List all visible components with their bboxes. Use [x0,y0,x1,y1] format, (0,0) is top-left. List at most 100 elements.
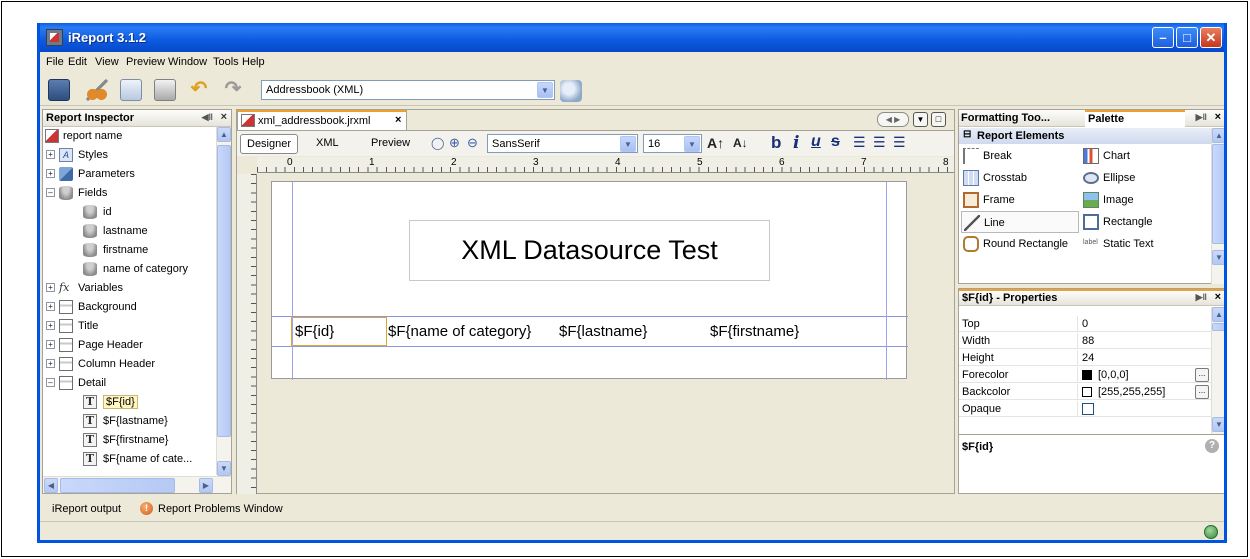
expand-icon[interactable]: + [46,359,55,368]
minimize-panel-icon[interactable]: ▶‖ [1196,112,1207,123]
scroll-right-icon[interactable]: ▶ [199,478,213,493]
increase-font-icon[interactable]: A↑ [707,135,724,151]
title-bar[interactable]: iReport 3.1.2 – □ ✕ [40,23,1224,52]
memory-indicator-icon[interactable] [1204,525,1218,539]
scroll-thumb[interactable] [217,145,231,437]
minimize-button[interactable]: – [1152,27,1174,48]
undo-icon[interactable]: ↶ [188,79,210,101]
tab-scroll-buttons[interactable]: ◀ ▶ [877,112,909,127]
ellipsis-button[interactable]: ... [1195,385,1209,399]
zoom-out-icon[interactable]: ⊖ [467,135,478,151]
scroll-down-icon[interactable]: ▼ [1212,417,1224,432]
menu-preview[interactable]: Preview [126,56,165,68]
menu-file[interactable]: File [46,56,64,68]
properties-vertical-scrollbar[interactable]: ▲ ▼ [1211,307,1224,434]
property-value[interactable]: 88 [1082,335,1094,347]
palette-item-image[interactable]: Image [1081,189,1199,211]
inspector-horizontal-scrollbar[interactable]: ◀ ▶ [43,476,231,493]
expand-icon[interactable]: + [46,169,55,178]
tab-formatting-tools[interactable]: Formatting Too... [961,112,1050,124]
palette-item-round-rectangle[interactable]: Round Rectangle [961,233,1079,255]
tab-palette[interactable]: Palette [1085,110,1185,127]
zoom-in-icon[interactable]: ⊕ [449,135,460,151]
property-value[interactable]: 0 [1082,318,1088,330]
underline-icon[interactable]: u [811,133,821,151]
cut-icon[interactable] [86,79,108,101]
property-row-backcolor[interactable]: Backcolor [255,255,255] ... [959,384,1211,400]
inspector-vertical-scrollbar[interactable]: ▲ ▼ [216,127,231,476]
field-firstname[interactable]: $F{firstname} [710,323,799,340]
scroll-down-icon[interactable]: ▼ [1212,250,1224,265]
palette-vertical-scrollbar[interactable]: ▲ ▼ [1211,128,1224,284]
scroll-up-icon[interactable]: ▲ [217,127,231,142]
property-value[interactable]: 24 [1082,352,1094,364]
align-right-icon[interactable]: ☰ [893,134,906,151]
field-name-of-category[interactable]: $F{name of category} [388,323,531,340]
scroll-up-icon[interactable]: ▲ [1212,307,1224,322]
palette-section-header[interactable]: ⊟ Report Elements [959,128,1211,144]
scroll-thumb[interactable] [1212,144,1224,244]
expand-icon[interactable]: + [46,283,55,292]
align-left-icon[interactable]: ☰ [853,134,866,151]
palette-item-line[interactable]: Line [961,211,1079,233]
font-name-select[interactable]: SansSerif ▼ [487,134,638,153]
expand-icon[interactable]: + [46,150,55,159]
collapse-icon[interactable]: – [46,188,55,197]
tab-ireport-output[interactable]: iReport output [52,503,121,515]
menu-help[interactable]: Help [242,56,265,68]
field-lastname[interactable]: $F{lastname} [559,323,647,340]
palette-item-rectangle[interactable]: Rectangle [1081,211,1199,233]
palette-item-ellipse[interactable]: Ellipse [1081,167,1199,189]
designer-tab[interactable]: Designer [240,134,299,154]
font-size-select[interactable]: 16 ▼ [643,134,702,153]
align-center-icon[interactable]: ☰ [873,134,886,151]
property-value[interactable]: [255,255,255] [1098,386,1165,398]
help-icon[interactable]: ? [1205,439,1219,453]
close-tab-icon[interactable]: × [395,114,401,126]
strikethrough-icon[interactable]: s [831,133,840,151]
scroll-thumb[interactable] [60,478,175,493]
scroll-up-icon[interactable]: ▲ [1212,128,1224,143]
minimize-panel-icon[interactable]: ▶‖ [1196,292,1207,303]
tab-list-icon[interactable]: ▼ [913,112,928,127]
palette-item-frame[interactable]: Frame [961,189,1079,211]
close-panel-icon[interactable]: × [1215,111,1221,123]
palette-item-static-text[interactable]: label Static Text [1081,233,1199,255]
preview-tab[interactable]: Preview [365,134,416,154]
datasource-select[interactable]: Addressbook (XML) ▼ [261,80,555,100]
palette-item-chart[interactable]: Chart [1081,145,1199,167]
scroll-thumb[interactable] [1212,323,1224,331]
ellipsis-button[interactable]: ... [1195,368,1209,382]
palette-item-crosstab[interactable]: Crosstab [961,167,1079,189]
tab-report-problems-window[interactable]: Report Problems Window [158,503,283,515]
scroll-left-icon[interactable]: ◀ [44,478,58,493]
close-panel-icon[interactable]: × [221,111,227,123]
xml-tab[interactable]: XML [310,134,345,154]
italic-icon[interactable]: i [793,133,799,153]
report-page[interactable]: XML Datasource Test $F{id} $F{name of ca… [271,181,908,380]
menu-edit[interactable]: Edit [68,56,87,68]
copy-icon[interactable] [120,79,142,101]
property-row-width[interactable]: Width 88 [959,333,1211,349]
datasource-connection-icon[interactable] [560,80,582,102]
zoom-fit-icon[interactable]: ◯ [431,136,447,150]
redo-icon[interactable]: ↷ [222,79,244,101]
palette-item-break[interactable]: Break [961,145,1079,167]
property-row-opaque[interactable]: Opaque [959,401,1211,417]
maximize-button[interactable]: □ [1176,27,1198,48]
opaque-checkbox[interactable] [1082,403,1094,415]
scroll-down-icon[interactable]: ▼ [217,461,231,476]
menu-view[interactable]: View [95,56,119,68]
save-icon[interactable] [48,79,70,101]
menu-window[interactable]: Window [168,56,207,68]
tab-xml-addressbook[interactable]: xml_addressbook.jrxml × [237,110,407,130]
close-button[interactable]: ✕ [1200,27,1222,48]
close-panel-icon[interactable]: × [1215,291,1221,303]
property-value[interactable]: [0,0,0] [1098,369,1129,381]
expand-icon[interactable]: + [46,340,55,349]
expand-icon[interactable]: + [46,302,55,311]
paste-icon[interactable] [154,79,176,101]
property-row-forecolor[interactable]: Forecolor [0,0,0] ... [959,367,1211,383]
collapse-icon[interactable]: – [46,378,55,387]
field-id[interactable]: $F{id} [295,323,334,340]
